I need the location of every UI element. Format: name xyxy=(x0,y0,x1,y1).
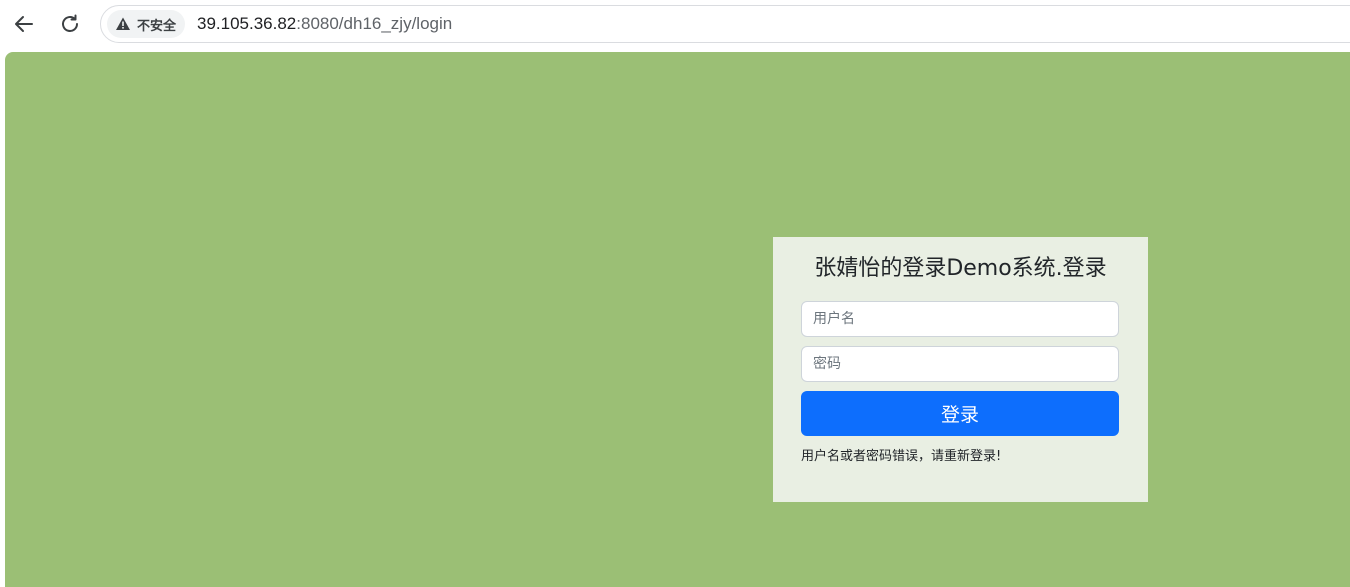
page-viewport: 张婧怡的登录Demo系统.登录 登录 用户名或者密码错误，请重新登录! xyxy=(5,52,1350,587)
url-path: :8080/dh16_zjy/login xyxy=(296,14,453,33)
warning-triangle-icon xyxy=(116,17,130,30)
url-host: 39.105.36.82 xyxy=(197,14,297,33)
reload-button[interactable] xyxy=(54,8,86,40)
reload-icon xyxy=(62,14,78,32)
security-label: 不安全 xyxy=(137,18,177,34)
address-bar[interactable]: 不安全 39.105.36.82:8080/dh16_zjy/login xyxy=(100,5,1350,43)
url-text[interactable]: 39.105.36.82:8080/dh16_zjy/login xyxy=(197,14,452,34)
username-input[interactable] xyxy=(801,301,1119,337)
password-input[interactable] xyxy=(801,346,1119,382)
arrow-left-icon xyxy=(15,16,33,32)
login-button[interactable]: 登录 xyxy=(801,391,1119,436)
login-panel: 张婧怡的登录Demo系统.登录 登录 用户名或者密码错误，请重新登录! xyxy=(773,237,1148,502)
login-title: 张婧怡的登录Demo系统.登录 xyxy=(814,256,1107,281)
browser-toolbar: 不安全 39.105.36.82:8080/dh16_zjy/login xyxy=(0,0,1350,48)
back-button[interactable] xyxy=(8,8,40,40)
security-indicator[interactable]: 不安全 xyxy=(107,10,186,38)
error-message: 用户名或者密码错误，请重新登录! xyxy=(801,449,1002,464)
